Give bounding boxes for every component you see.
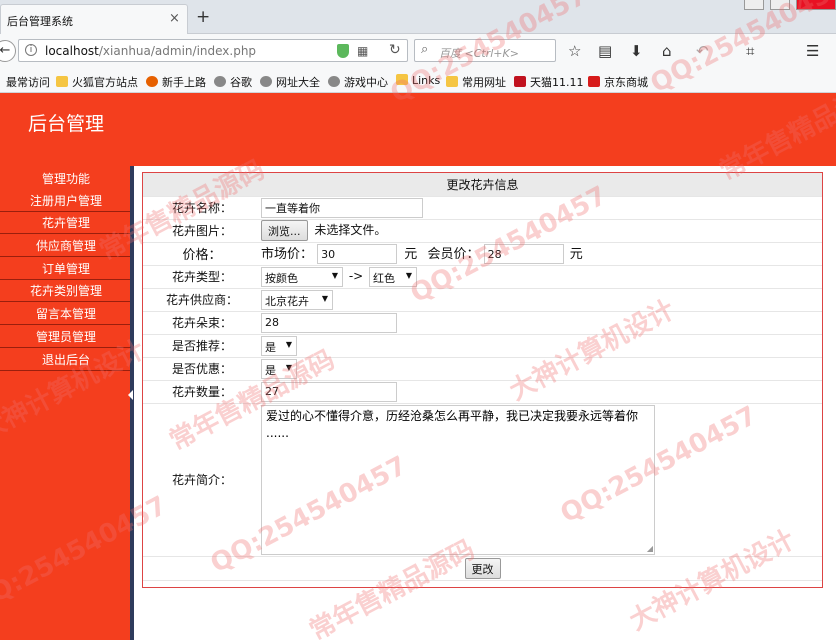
name-input[interactable] [261, 197, 423, 218]
folder-icon [56, 76, 68, 87]
folder-icon [396, 74, 408, 85]
type-arrow: -> [348, 269, 364, 283]
chevron-down-icon: ▼ [331, 270, 338, 280]
price-label: 价格： [143, 242, 261, 266]
back-arrow-icon[interactable]: ← [0, 40, 16, 62]
sidebar-item-suppliers[interactable]: 供应商管理 [0, 235, 132, 257]
crop-icon[interactable]: ⌗ [746, 42, 754, 60]
discount-select[interactable]: 是 ▼ [261, 358, 297, 379]
bookmark-item[interactable]: 火狐官方站点 [56, 74, 138, 90]
jd-icon [588, 76, 600, 87]
bookmark-item[interactable]: 京东商城 [588, 74, 648, 90]
chevron-down-icon: ▼ [321, 293, 328, 303]
sidebar-item-users[interactable]: 注册用户管理 [0, 190, 132, 212]
recommend-select[interactable]: 是 ▼ [261, 335, 297, 356]
search-icon: ⌕ [421, 42, 429, 57]
tab-close-icon[interactable]: × [169, 11, 180, 26]
edit-flower-form: 更改花卉信息 花卉名称： 花卉图片： 浏览... 未选择文件。 价格： 市场价：… [142, 172, 823, 588]
bookmark-item[interactable]: 新手上路 [146, 74, 206, 90]
form-heading: 更改花卉信息 [143, 173, 822, 197]
bookmark-item[interactable]: 网址大全 [260, 74, 320, 90]
undo-icon[interactable]: ↶ [696, 42, 709, 60]
submit-button[interactable]: 更改 [464, 557, 501, 579]
address-bar[interactable]: i localhost/xianhua/admin/index.php ▦ ↻ [18, 39, 408, 62]
download-icon[interactable]: ⬇ [630, 42, 643, 60]
bookmark-item[interactable]: 天猫11.11 [514, 74, 584, 90]
bookmarks-bar: 最常访问 火狐官方站点 新手上路 谷歌 网址大全 游戏中心 Links 常用网址… [0, 67, 836, 93]
sidebar-item-logout[interactable]: 退出后台 [0, 349, 132, 371]
browser-tab-bar: 后台管理系统 × + [0, 0, 836, 34]
home-icon[interactable]: ⌂ [662, 42, 672, 60]
intro-textarea[interactable]: 爱过的心不懂得介意，历经沧桑怎么再平静，我已决定我要永远等着你 ...... [261, 404, 655, 555]
tmall-icon [514, 76, 526, 87]
sidebar-heading: 管理功能 [41, 172, 90, 186]
globe-icon [260, 76, 272, 87]
sidebar: 管理功能 注册用户管理 花卉管理 供应商管理 订单管理 花卉类别管理 留言本管理… [0, 166, 132, 640]
discount-label: 是否优惠： [143, 357, 261, 381]
firefox-icon [146, 76, 158, 87]
reading-list-icon[interactable]: ▤ [598, 42, 612, 60]
type-label: 花卉类型： [143, 265, 261, 289]
shield-icon[interactable] [337, 44, 349, 58]
page-header: 后台管理 [0, 94, 836, 166]
search-bar[interactable]: ⌕ 百度 <Ctrl+K> [414, 39, 556, 62]
bookmark-item[interactable]: 常用网址 [446, 74, 506, 90]
chevron-down-icon: ▼ [405, 270, 413, 280]
browse-button[interactable]: 浏览... [261, 220, 308, 241]
search-placeholder: 百度 <Ctrl+K> [439, 47, 519, 60]
sidebar-item-categories[interactable]: 花卉类别管理 [0, 280, 132, 302]
globe-icon [328, 76, 340, 87]
browser-nav-bar: ← i localhost/xianhua/admin/index.php ▦ … [0, 34, 836, 67]
sidebar-item-guestbook[interactable]: 留言本管理 [0, 303, 132, 325]
supplier-select[interactable]: 北京花卉 ▼ [261, 289, 333, 310]
chevron-down-icon: ▼ [285, 362, 292, 372]
menu-icon[interactable]: ☰ [806, 42, 819, 60]
tab-title: 后台管理系统 [7, 15, 73, 28]
bookmark-item[interactable]: Links [396, 74, 440, 87]
globe-icon [214, 76, 226, 87]
bookmark-item[interactable]: 最常访问 [6, 74, 50, 90]
folder-icon [446, 76, 458, 87]
quantity-input[interactable] [261, 381, 397, 402]
supplier-label: 花卉供应商： [143, 288, 261, 312]
subtype-select[interactable]: 红色 ▼ [369, 266, 418, 287]
new-tab-icon[interactable]: + [196, 7, 210, 27]
main-content: 更改花卉信息 花卉名称： 花卉图片： 浏览... 未选择文件。 价格： 市场价：… [134, 166, 836, 640]
url-text: localhost/xianhua/admin/index.php [45, 44, 257, 58]
member-price-unit: 元 [569, 246, 583, 262]
info-icon[interactable]: i [25, 44, 37, 56]
page-title: 后台管理 [28, 113, 105, 135]
sidebar-item-orders[interactable]: 订单管理 [0, 258, 132, 280]
quantity-label: 花卉数量： [143, 380, 261, 404]
browser-tab[interactable]: 后台管理系统 × [0, 4, 188, 34]
sidebar-item-admins[interactable]: 管理员管理 [0, 326, 132, 348]
qr-code-icon[interactable]: ▦ [357, 44, 368, 58]
market-price-label: 市场价： [261, 246, 314, 262]
bouquet-input[interactable] [261, 312, 397, 333]
resize-grip-icon[interactable]: ◢ [647, 544, 653, 553]
sidebar-item-flowers[interactable]: 花卉管理 [0, 212, 132, 234]
no-file-text: 未选择文件。 [314, 223, 387, 237]
bouquet-label: 花卉朵束： [143, 311, 261, 335]
name-label: 花卉名称： [143, 196, 261, 220]
member-price-input[interactable] [483, 244, 564, 265]
maximize-window-icon[interactable] [770, 0, 790, 10]
market-price-input[interactable] [317, 244, 398, 265]
type-select[interactable]: 按颜色 ▼ [261, 266, 343, 287]
recommend-label: 是否推荐： [143, 334, 261, 358]
market-price-unit: 元 [404, 246, 418, 262]
image-label: 花卉图片： [143, 219, 261, 243]
chevron-down-icon: ▼ [285, 339, 292, 349]
close-window-icon[interactable] [796, 0, 836, 10]
reload-icon[interactable]: ↻ [389, 42, 401, 58]
restore-window-icon[interactable] [744, 0, 764, 10]
bookmark-star-icon[interactable]: ☆ [568, 42, 581, 60]
member-price-label: 会员价： [427, 246, 480, 262]
collapse-arrow-icon[interactable] [128, 390, 133, 400]
bookmark-item[interactable]: 谷歌 [214, 74, 252, 90]
bookmark-item[interactable]: 游戏中心 [328, 74, 388, 90]
intro-label: 花卉简介： [143, 403, 261, 557]
